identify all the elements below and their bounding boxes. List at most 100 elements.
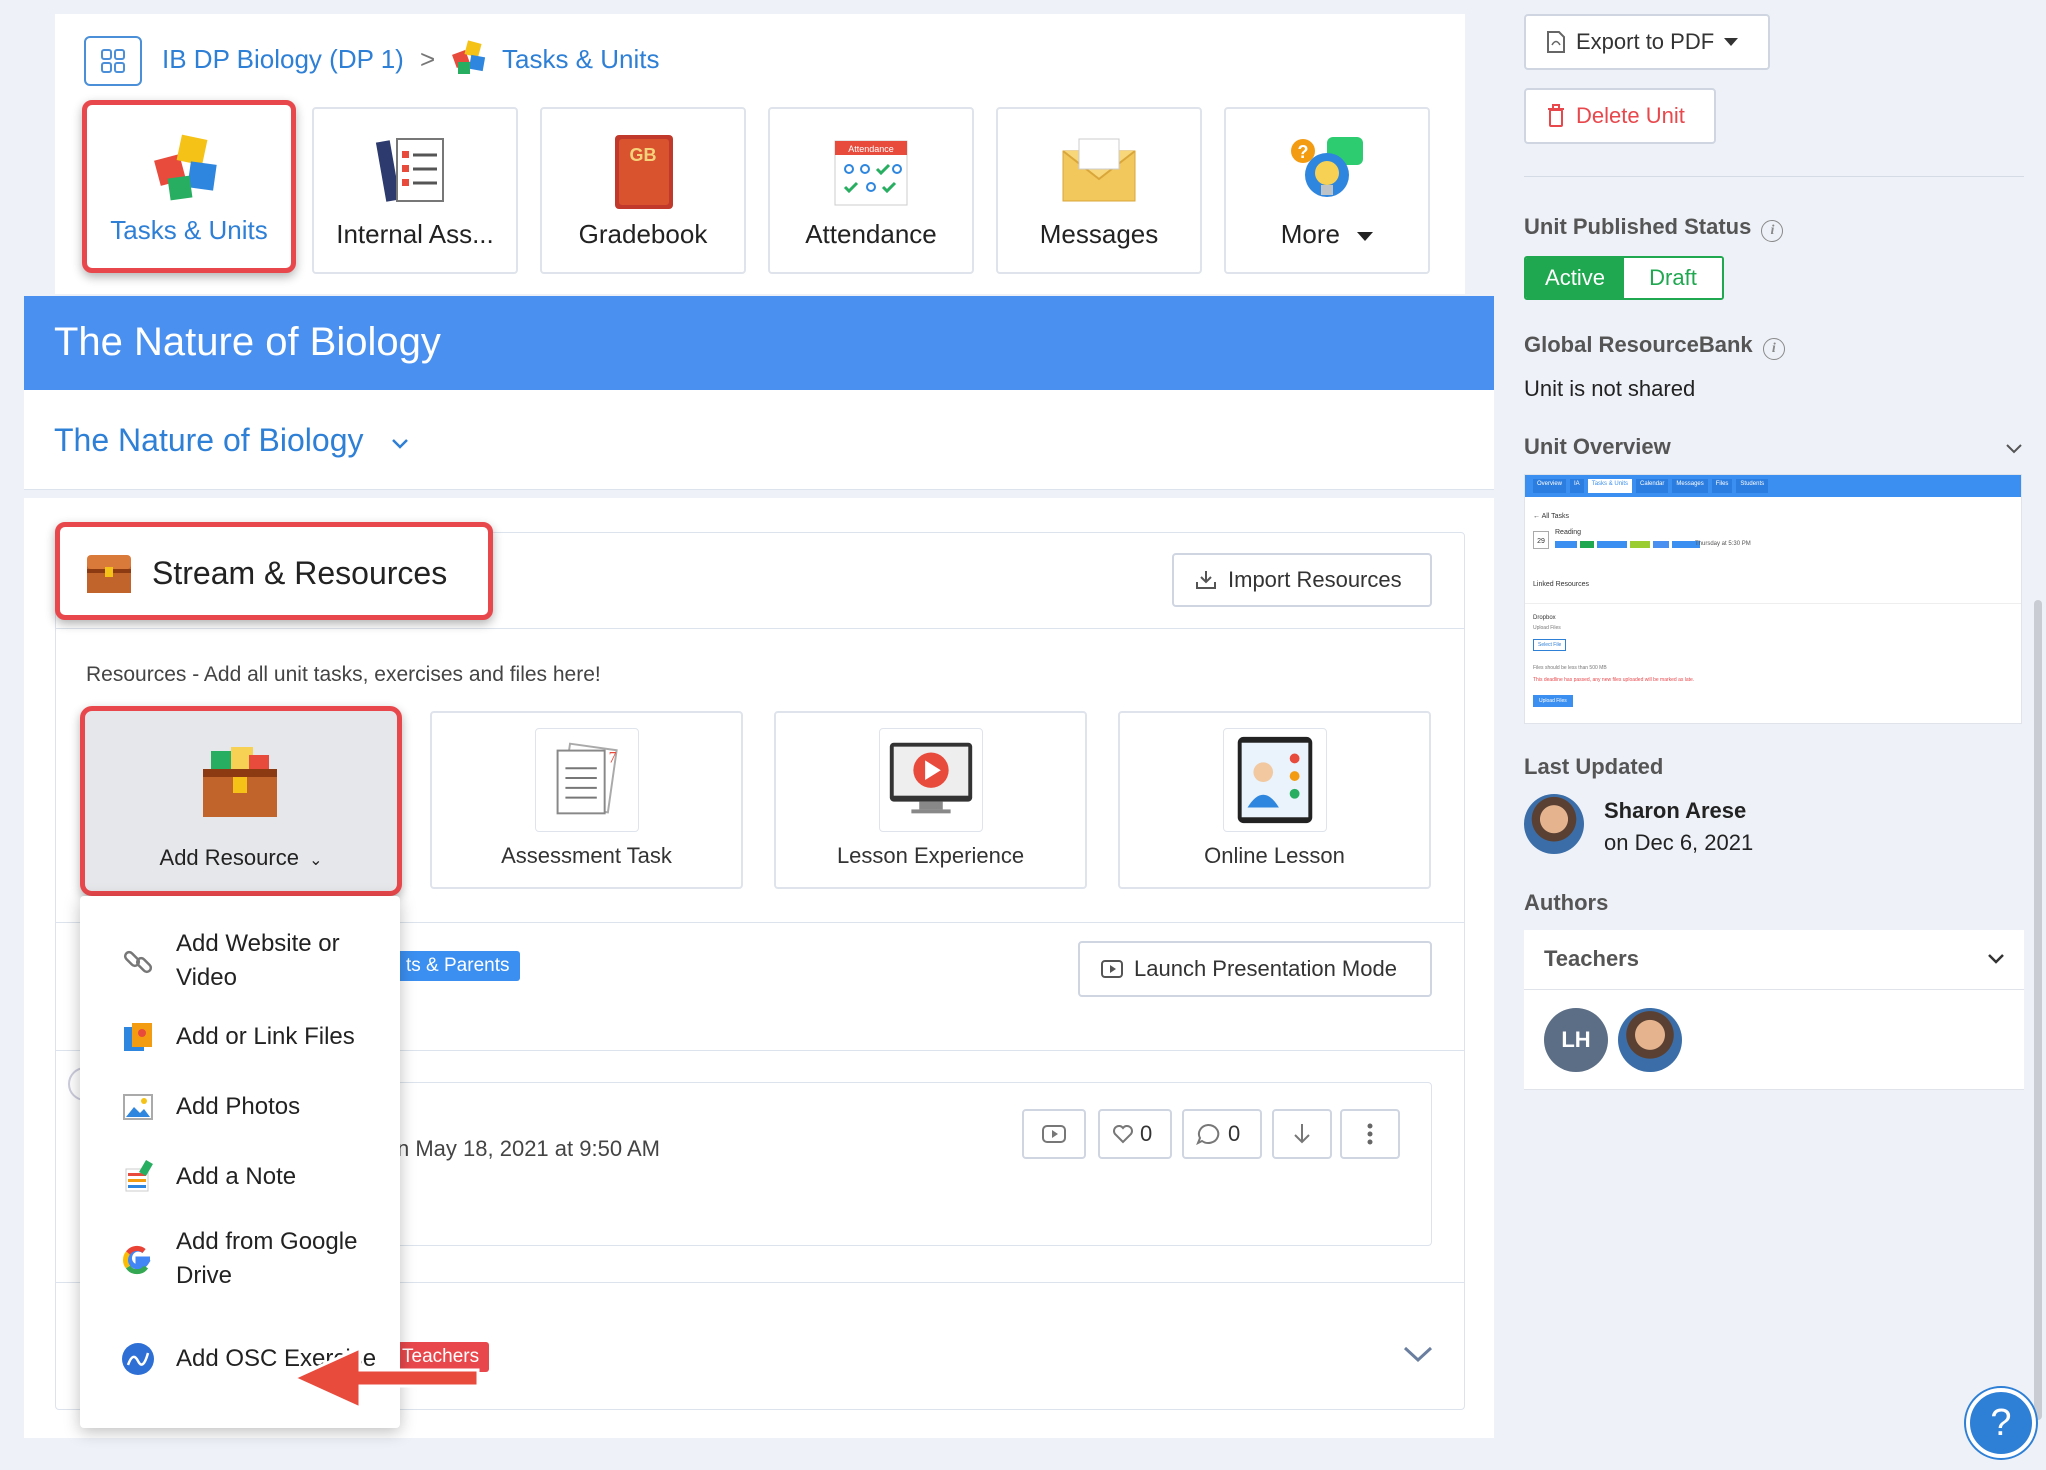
heart-icon: [1113, 1125, 1133, 1144]
stream-title: Stream & Resources: [152, 555, 448, 591]
present-post-button[interactable]: [1022, 1109, 1086, 1159]
tile-label: More: [1226, 219, 1428, 250]
lightbulb-chat-icon: ?: [1291, 137, 1363, 197]
tile-attendance[interactable]: Attendance Attendance: [768, 107, 974, 274]
thumb-upload-button: Upload Files: [1533, 695, 1573, 707]
menu-item-label: Add from Google Drive: [176, 1228, 358, 1289]
menu-item-files[interactable]: Add or Link Files: [80, 1012, 400, 1062]
info-icon[interactable]: i: [1762, 338, 1785, 360]
attendance-calendar-icon: Attendance: [834, 140, 908, 206]
authors-label: Authors: [1524, 890, 1609, 915]
status-active-option[interactable]: Active: [1526, 258, 1624, 298]
chevron-down-icon[interactable]: [2004, 442, 2024, 456]
assessment-task-tile[interactable]: 7 Assessment Task: [430, 711, 743, 889]
chevron-down-icon[interactable]: [1402, 1344, 1434, 1364]
tile-label: Internal Ass...: [336, 219, 494, 249]
audience-badge: ts & Parents: [396, 951, 520, 981]
menu-item-note[interactable]: Add a Note: [80, 1152, 400, 1202]
treasure-chest-icon: [203, 747, 277, 817]
lesson-experience-tile[interactable]: Lesson Experience: [774, 711, 1087, 889]
teachers-label: Teachers: [1544, 946, 1639, 971]
unit-selector-bar: The Nature of Biology: [24, 390, 1494, 490]
thumb-tab: Files: [1711, 479, 1733, 493]
thumb-deadline-note: This deadline has passed, any new files …: [1533, 677, 1695, 683]
published-status-text: Unit Published Status: [1524, 214, 1752, 239]
svg-text:GB: GB: [630, 145, 657, 165]
author-avatar-photo[interactable]: [1618, 1008, 1682, 1072]
link-icon: [123, 950, 153, 974]
documents-icon: 7: [534, 728, 639, 832]
thumb-tab: Tasks & Units: [1587, 479, 1633, 493]
unit-selector[interactable]: The Nature of Biology: [54, 422, 410, 459]
resourcebank-value: Unit is not shared: [1524, 376, 1696, 401]
add-resource-tile[interactable]: Add Resource ⌄: [80, 706, 402, 896]
tile-label: Attendance: [805, 219, 937, 249]
launch-presentation-label: Launch Presentation Mode: [1134, 956, 1397, 981]
export-pdf-button[interactable]: Export to PDF: [1524, 14, 1770, 70]
video-monitor-icon: [878, 728, 983, 832]
help-button[interactable]: ?: [1966, 1388, 2036, 1458]
launch-presentation-button[interactable]: Launch Presentation Mode: [1078, 941, 1432, 997]
caret-down-icon: [1724, 38, 1739, 46]
files-icon: [124, 1023, 152, 1051]
thumb-tag: [1580, 541, 1594, 548]
tile-gradebook[interactable]: GB Gradebook: [540, 107, 746, 274]
download-button[interactable]: [1272, 1109, 1332, 1159]
thumb-divider: [1525, 603, 2021, 604]
sidebar-scrollbar[interactable]: [2034, 600, 2042, 1420]
online-lesson-tile[interactable]: Online Lesson: [1118, 711, 1431, 889]
arrow-down-icon: [1294, 1124, 1310, 1144]
thumb-back: ← All Tasks: [1533, 513, 1570, 520]
status-draft-option[interactable]: Draft: [1624, 258, 1722, 298]
like-button[interactable]: 0: [1098, 1109, 1172, 1159]
export-pdf-label: Export to PDF: [1576, 29, 1715, 54]
pdf-file-icon: [1547, 31, 1565, 53]
menu-item-label: Add a Note: [176, 1163, 297, 1190]
breadcrumb-course[interactable]: IB DP Biology (DP 1): [162, 44, 404, 75]
more-label: More: [1280, 219, 1340, 249]
thumb-size-note: Files should be less than 500 MB: [1533, 665, 1607, 671]
kebab-menu-icon: [1367, 1123, 1373, 1145]
stream-resources-header: Stream & Resources: [55, 522, 493, 620]
resourcebank-label: Global ResourceBank i: [1524, 332, 1785, 360]
play-screen-icon: [1101, 960, 1123, 978]
published-status-label: Unit Published Status i: [1524, 214, 1784, 242]
puzzle-icon: [452, 40, 486, 74]
thumb-upload-files: Upload Files: [1533, 625, 1561, 631]
teachers-accordion[interactable]: Teachers: [1524, 930, 2024, 990]
callout-arrow: [290, 1345, 480, 1411]
author-avatar-initials[interactable]: LH: [1544, 1008, 1608, 1072]
checklist-icon: [375, 138, 444, 202]
comment-button[interactable]: 0: [1182, 1109, 1262, 1159]
menu-item-website-video[interactable]: Add Website or Video: [80, 926, 400, 996]
authors-list: LH: [1524, 990, 2024, 1090]
import-resources-button[interactable]: Import Resources: [1172, 553, 1432, 607]
add-resource-label-wrap: Add Resource ⌄: [85, 845, 397, 871]
menu-item-google-drive[interactable]: Add from Google Drive: [80, 1224, 400, 1294]
divider: [55, 628, 1465, 629]
tile-more[interactable]: ? More: [1224, 107, 1430, 274]
more-options-button[interactable]: [1340, 1109, 1400, 1159]
menu-item-label: Add or Link Files: [176, 1023, 355, 1050]
puzzle-icon: [154, 134, 217, 201]
treasure-chest-icon: [87, 555, 131, 593]
delete-unit-button[interactable]: Delete Unit: [1524, 88, 1716, 144]
tile-label: Online Lesson: [1204, 843, 1345, 868]
apps-grid-button[interactable]: [84, 36, 142, 86]
tile-tasks-units[interactable]: Tasks & Units: [82, 100, 296, 273]
chevron-down-icon: ⌄: [309, 852, 323, 869]
info-icon[interactable]: i: [1761, 220, 1784, 242]
menu-item-photos[interactable]: Add Photos: [80, 1082, 400, 1132]
thumb-back-label: All Tasks: [1541, 513, 1570, 520]
comment-bubble-icon: [1196, 1123, 1220, 1145]
note-icon: [125, 1159, 153, 1192]
add-resource-label: Add Resource: [159, 845, 299, 870]
trash-icon: [1548, 104, 1564, 127]
tile-internal-assessment[interactable]: Internal Ass...: [312, 107, 518, 274]
thumb-task-title: Reading: [1555, 529, 1582, 536]
unit-overview-thumbnail[interactable]: Overview IA Tasks & Units Calendar Messa…: [1524, 474, 2022, 724]
tile-messages[interactable]: Messages: [996, 107, 1202, 274]
photo-icon: [123, 1094, 153, 1120]
svg-text:Attendance: Attendance: [848, 144, 894, 154]
envelope-icon: [1062, 138, 1136, 202]
